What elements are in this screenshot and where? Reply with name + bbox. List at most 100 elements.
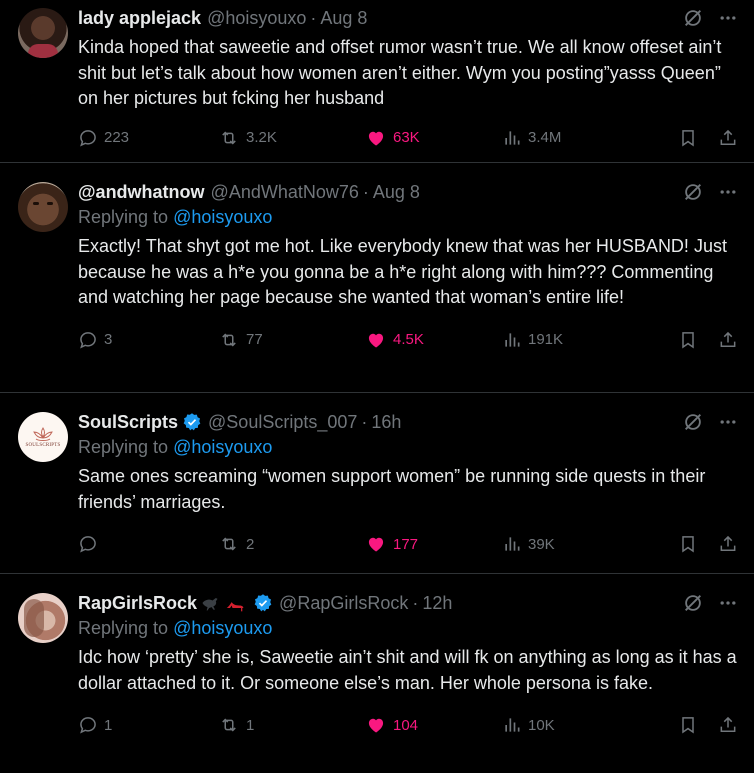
author-handle[interactable]: @RapGirlsRock xyxy=(279,591,408,615)
reply-thread-feed: lady applejack @hoisyouxo · Aug 8 Kinda … xyxy=(0,0,754,773)
views-count: 39K xyxy=(528,535,555,553)
like-button[interactable]: 4.5K xyxy=(365,330,502,350)
author-name[interactable]: SoulScripts xyxy=(78,410,178,434)
like-button[interactable]: 63K xyxy=(365,128,502,148)
verified-badge-icon[interactable] xyxy=(253,593,273,613)
like-button[interactable]: 177 xyxy=(365,534,502,554)
views-button[interactable]: 191K xyxy=(502,330,647,350)
bookmark-icon[interactable] xyxy=(678,128,698,148)
tweet[interactable]: RapGirlsRock @RapGirlsRock · 12h Replyin… xyxy=(0,574,754,773)
author-name[interactable]: RapGirlsRock xyxy=(78,591,197,615)
reply-count: 3 xyxy=(104,331,113,348)
bookmark-icon[interactable] xyxy=(678,330,698,350)
retweet-count: 1 xyxy=(246,716,255,734)
replying-to: Replying to @hoisyouxo xyxy=(78,204,738,230)
author-handle[interactable]: @AndWhatNow76 xyxy=(211,180,359,204)
retweet-button[interactable]: 1 xyxy=(218,715,365,735)
heart-filled-icon xyxy=(365,534,387,554)
reply-button[interactable] xyxy=(78,534,218,554)
tweet[interactable]: @andwhatnow @AndWhatNow76 · Aug 8 Replyi… xyxy=(0,163,754,393)
tweet-time[interactable]: 16h xyxy=(371,410,401,434)
retweet-icon xyxy=(218,534,240,554)
avatar[interactable]: SOULSCRIPTS xyxy=(18,412,68,462)
more-options-icon[interactable] xyxy=(718,593,738,613)
reply-count: 1 xyxy=(104,716,113,734)
bookmark-icon[interactable] xyxy=(678,534,698,554)
tweet-time[interactable]: Aug 8 xyxy=(373,180,420,204)
tweet[interactable]: SOULSCRIPTS SoulScripts @SoulScripts_007… xyxy=(0,393,754,574)
reply-count: 223 xyxy=(104,129,130,146)
author-handle[interactable]: @hoisyouxo xyxy=(207,6,306,30)
reply-icon xyxy=(78,715,98,735)
tweet-text: Same ones screaming “women support women… xyxy=(78,466,706,512)
views-chart-icon xyxy=(502,715,522,735)
heart-filled-icon xyxy=(365,128,387,148)
tweet-text: Kinda hoped that saweetie and offset rum… xyxy=(78,37,722,108)
retweet-icon xyxy=(218,715,240,735)
avatar[interactable] xyxy=(18,593,68,643)
views-chart-icon xyxy=(502,330,522,350)
reply-button[interactable]: 1 xyxy=(78,715,218,735)
replying-to-label: Replying to xyxy=(78,437,174,457)
more-options-icon[interactable] xyxy=(718,8,738,28)
reply-button[interactable]: 3 xyxy=(78,330,218,350)
separator-dot: · xyxy=(361,412,368,432)
views-chart-icon xyxy=(502,534,522,554)
separator-dot: · xyxy=(412,593,419,613)
separator-dot: · xyxy=(362,182,369,202)
views-count: 3.4M xyxy=(528,129,562,146)
reply-icon xyxy=(78,128,98,148)
replying-to-handle[interactable]: @hoisyouxo xyxy=(173,207,272,227)
views-chart-icon xyxy=(502,128,522,148)
share-icon[interactable] xyxy=(718,715,738,735)
tweet[interactable]: lady applejack @hoisyouxo · Aug 8 Kinda … xyxy=(0,0,754,163)
views-button[interactable]: 10K xyxy=(502,715,647,735)
grok-icon[interactable] xyxy=(682,7,704,29)
views-button[interactable]: 39K xyxy=(502,534,647,554)
replying-to-label: Replying to xyxy=(78,207,174,227)
replying-to-handle[interactable]: @hoisyouxo xyxy=(173,437,272,457)
retweet-count: 3.2K xyxy=(246,129,277,146)
like-button[interactable]: 104 xyxy=(365,715,502,735)
avatar[interactable] xyxy=(18,8,68,58)
replying-to: Replying to @hoisyouxo xyxy=(78,434,738,460)
verified-badge-icon[interactable] xyxy=(182,412,202,432)
crow-emoji xyxy=(199,593,221,613)
avatar[interactable] xyxy=(18,182,68,232)
retweet-button[interactable]: 77 xyxy=(218,330,365,350)
grok-icon[interactable] xyxy=(682,181,704,203)
grok-icon[interactable] xyxy=(682,411,704,433)
grok-icon[interactable] xyxy=(682,592,704,614)
tweet-time[interactable]: 12h xyxy=(422,591,452,615)
separator-dot: · xyxy=(310,8,317,28)
lotus-hands-icon xyxy=(33,427,53,441)
bookmark-icon[interactable] xyxy=(678,715,698,735)
reply-icon xyxy=(78,534,98,554)
like-count: 177 xyxy=(393,535,419,553)
author-handle[interactable]: @SoulScripts_007 xyxy=(208,410,357,434)
author-name[interactable]: @andwhatnow xyxy=(78,180,205,204)
retweet-count: 77 xyxy=(246,331,263,348)
retweet-button[interactable]: 2 xyxy=(218,534,365,554)
replying-to-handle[interactable]: @hoisyouxo xyxy=(173,618,272,638)
reply-button[interactable]: 223 xyxy=(78,128,218,148)
like-count: 104 xyxy=(393,716,419,734)
retweet-button[interactable]: 3.2K xyxy=(218,128,365,148)
more-options-icon[interactable] xyxy=(718,182,738,202)
share-icon[interactable] xyxy=(718,330,738,350)
tweet-text: Exactly! That shyt got me hot. Like ever… xyxy=(78,236,727,307)
share-icon[interactable] xyxy=(718,534,738,554)
views-count: 191K xyxy=(528,331,564,348)
views-button[interactable]: 3.4M xyxy=(502,128,647,148)
avatar-brand-text: SOULSCRIPTS xyxy=(25,443,61,448)
retweet-icon xyxy=(218,128,240,148)
more-options-icon[interactable] xyxy=(718,412,738,432)
replying-to-label: Replying to xyxy=(78,618,174,638)
share-icon[interactable] xyxy=(718,128,738,148)
heart-filled-icon xyxy=(365,330,387,350)
like-count: 63K xyxy=(393,129,420,146)
views-count: 10K xyxy=(528,716,555,734)
author-name[interactable]: lady applejack xyxy=(78,6,201,30)
tweet-time[interactable]: Aug 8 xyxy=(320,6,367,30)
retweet-count: 2 xyxy=(246,535,255,553)
